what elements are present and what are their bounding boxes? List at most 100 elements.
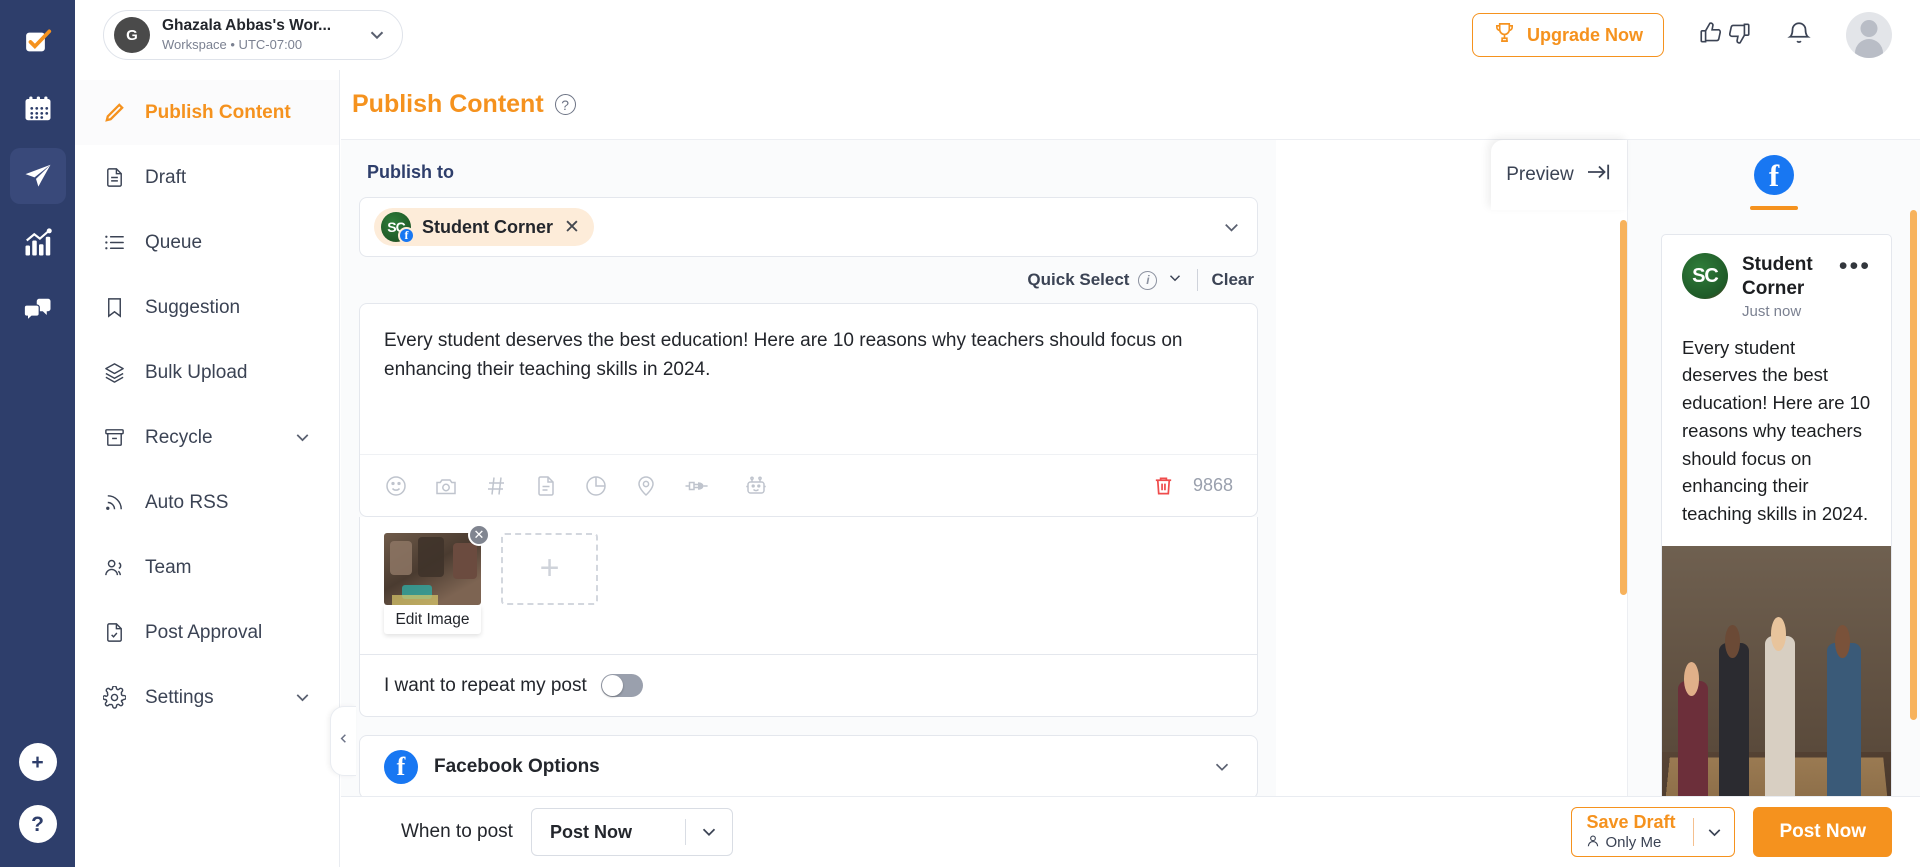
info-icon[interactable]: i [1138, 270, 1158, 290]
preview-scrollbar[interactable] [1910, 210, 1917, 720]
facebook-options-card[interactable]: f Facebook Options [359, 735, 1258, 796]
sidebar-item-draft[interactable]: Draft [75, 145, 339, 210]
sidebar-label: Team [145, 556, 192, 578]
robot-icon[interactable] [744, 474, 768, 498]
accounts-selector[interactable]: SC f Student Corner ✕ [359, 197, 1258, 257]
close-icon[interactable]: ✕ [564, 218, 580, 237]
tasks-icon [23, 27, 53, 57]
workspace-selector[interactable]: G Ghazala Abbas's Wor... Workspace • UTC… [103, 10, 403, 60]
page-title-text: Publish Content [352, 90, 544, 118]
gear-icon [101, 686, 127, 709]
account-chip-student-corner[interactable]: SC f Student Corner ✕ [374, 208, 594, 246]
question-mark-icon[interactable]: ? [554, 94, 576, 115]
archive-icon [101, 426, 127, 449]
rail-item-analytics[interactable] [10, 215, 66, 271]
sidebar-item-bulk-upload[interactable]: Bulk Upload [75, 340, 339, 405]
rss-icon [101, 491, 127, 514]
close-icon[interactable]: ✕ [468, 524, 490, 546]
sidebar-item-post-approval[interactable]: Post Approval [75, 600, 339, 665]
sidebar-item-publish-content[interactable]: Publish Content [75, 80, 339, 145]
rail-help-button[interactable]: ? [18, 805, 57, 843]
sidebar-label: Recycle [145, 426, 213, 448]
rail-item-inbox[interactable] [10, 282, 66, 338]
bottom-bar-actions: Save Draft Only Me Post Now [1571, 807, 1892, 857]
repeat-post-toggle[interactable] [600, 674, 643, 697]
when-to-post-select[interactable]: Post Now [530, 808, 733, 856]
notifications-button[interactable] [1786, 20, 1812, 51]
chevron-down-icon [686, 821, 732, 843]
feedback-buttons[interactable] [1698, 20, 1752, 51]
post-text-input[interactable]: Every student deserves the best educatio… [360, 304, 1257, 454]
save-draft-visibility: Only Me [1586, 834, 1675, 852]
rail-item-tasks[interactable] [10, 14, 66, 70]
sidebar-item-recycle[interactable]: Recycle [75, 405, 339, 470]
sidebar-item-settings[interactable]: Settings [75, 665, 339, 730]
chevron-down-icon [1211, 756, 1233, 778]
rail-item-publish[interactable] [9, 148, 66, 204]
workspace-name: Ghazala Abbas's Wor... [162, 17, 332, 35]
thumbs-up-icon[interactable] [1698, 20, 1724, 51]
quick-select-button[interactable]: Quick Select i [1027, 269, 1184, 292]
tab-active-indicator [1750, 206, 1798, 210]
emoji-icon[interactable] [384, 474, 408, 498]
repeat-post-label: I want to repeat my post [384, 674, 587, 696]
calendar-icon [23, 94, 53, 124]
sidebar-label: Bulk Upload [145, 361, 248, 383]
top-bar-actions: Upgrade Now [1471, 12, 1920, 58]
pencil-icon [101, 101, 127, 124]
upgrade-now-button[interactable]: Upgrade Now [1471, 13, 1664, 57]
composer-column: Publish to SC f Student Corner ✕ Quick S… [341, 140, 1276, 796]
media-thumbnail-item[interactable]: ✕ Edit Image [384, 524, 490, 634]
facebook-icon: f [398, 227, 415, 244]
chevron-down-icon [1166, 269, 1184, 292]
person-icon [1586, 834, 1600, 852]
sidebar-item-suggestion[interactable]: Suggestion [75, 275, 339, 340]
sidebar-item-team[interactable]: Team [75, 535, 339, 600]
more-horizontal-icon[interactable]: ••• [1839, 253, 1871, 279]
save-draft-texts: Save Draft Only Me [1572, 812, 1685, 852]
rail-item-calendar[interactable] [10, 81, 66, 137]
analytics-icon [23, 228, 53, 258]
sidebar-label: Post Approval [145, 621, 263, 643]
save-draft-button[interactable]: Save Draft Only Me [1571, 807, 1736, 857]
add-media-button[interactable]: + [501, 533, 598, 605]
sidebar-collapse-handle[interactable] [330, 706, 356, 776]
avatar: SC f [381, 212, 415, 244]
sidebar-label: Publish Content [145, 101, 291, 123]
preview-label: Preview [1506, 164, 1574, 185]
user-avatar[interactable] [1846, 12, 1892, 58]
icon-rail: + ? [0, 0, 75, 867]
users-icon [101, 556, 127, 579]
edit-image-button[interactable]: Edit Image [384, 605, 481, 634]
chevron-down-icon[interactable] [1694, 822, 1734, 843]
plug-icon[interactable] [684, 474, 718, 498]
when-to-post-label: When to post [401, 821, 513, 842]
tab-facebook[interactable]: f [1754, 155, 1794, 195]
editor-toolbar-right: 9868 [1152, 474, 1233, 497]
composer-scrollbar[interactable] [1620, 220, 1627, 595]
chevron-down-icon [352, 24, 388, 46]
inbox-icon [23, 295, 53, 325]
preview-panel: f SC Student Corner Just now ••• Every s… [1627, 140, 1920, 867]
sidebar-label: Queue [145, 231, 203, 253]
clear-button[interactable]: Clear [1211, 270, 1254, 290]
location-pin-icon[interactable] [634, 474, 658, 498]
rail-add-button[interactable]: + [18, 743, 57, 781]
camera-icon[interactable] [434, 474, 458, 498]
hashtag-icon[interactable] [484, 474, 508, 498]
avatar: SC [1682, 253, 1728, 299]
document-icon[interactable] [534, 474, 558, 498]
main-header: Publish Content ? [341, 70, 1920, 140]
post-now-button[interactable]: Post Now [1753, 807, 1892, 857]
trash-icon[interactable] [1152, 474, 1175, 497]
sidebar-item-auto-rss[interactable]: Auto RSS [75, 470, 339, 535]
preview-toggle-button[interactable]: Preview [1491, 140, 1627, 210]
quick-select-label: Quick Select [1027, 270, 1130, 289]
list-icon [101, 231, 127, 254]
thumbs-down-icon[interactable] [1726, 20, 1752, 51]
media-thumbnail-image [384, 533, 481, 605]
pie-chart-icon[interactable] [584, 474, 608, 498]
chevron-down-icon[interactable] [1220, 216, 1243, 239]
main-area: Publish Content ? Publish to SC f Studen… [341, 70, 1920, 867]
sidebar-item-queue[interactable]: Queue [75, 210, 339, 275]
